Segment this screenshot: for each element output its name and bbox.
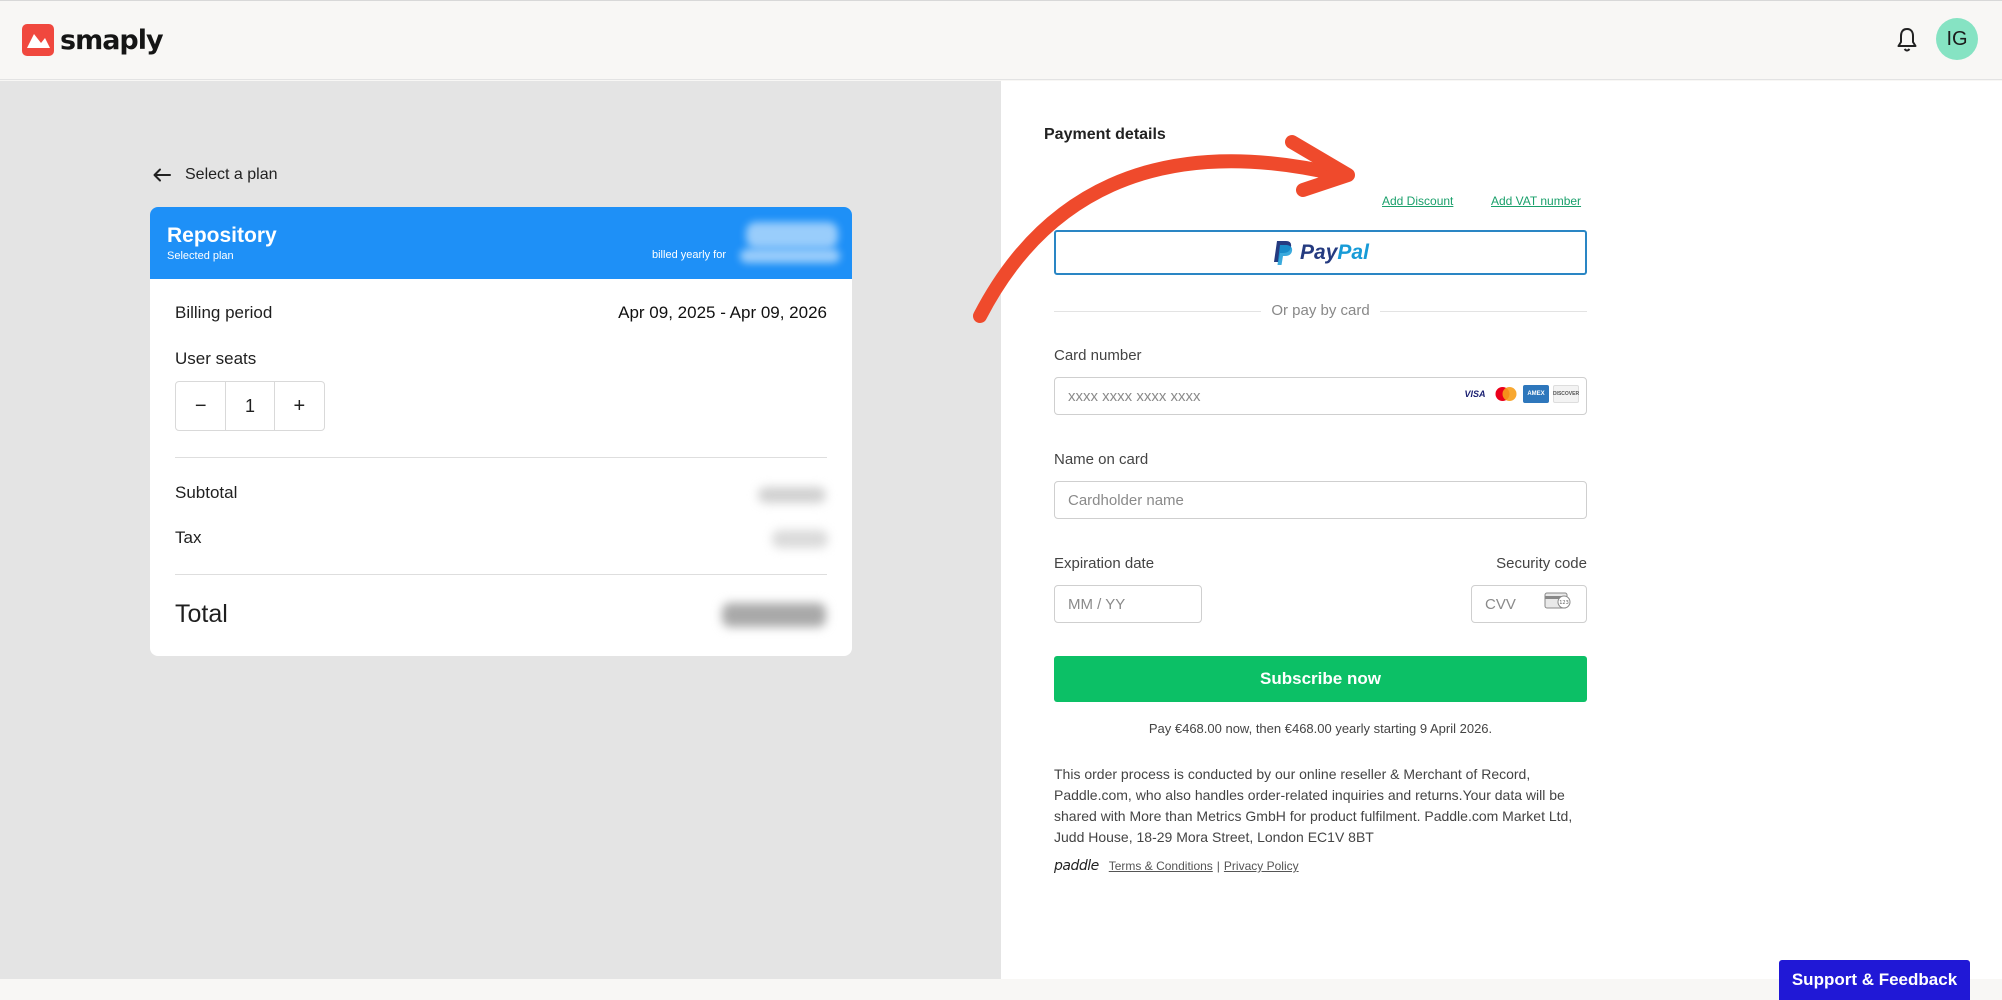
- cvv-card-icon: 123: [1544, 592, 1571, 609]
- decrement-seats-button[interactable]: −: [176, 382, 225, 430]
- arrow-left-icon: [153, 168, 171, 182]
- paddle-logo: paddle: [1054, 858, 1099, 874]
- discover-icon: DISCOVER: [1553, 385, 1579, 403]
- plan-billed-label: billed yearly for: [652, 249, 726, 261]
- billing-period-row: Billing period Apr 09, 2025 - Apr 09, 20…: [175, 303, 827, 323]
- payment-details-title: Payment details: [1044, 126, 1166, 143]
- plan-name: Repository: [167, 224, 277, 247]
- brand-logo[interactable]: smaply: [22, 23, 164, 57]
- payment-schedule-note: Pay €468.00 now, then €468.00 yearly sta…: [1148, 721, 1493, 736]
- back-to-plans-link[interactable]: Select a plan: [153, 166, 278, 184]
- subtotal-row: Subtotal: [175, 483, 827, 503]
- tax-label: Tax: [175, 528, 202, 547]
- mastercard-icon: [1495, 387, 1517, 401]
- user-avatar[interactable]: IG: [1936, 18, 1978, 60]
- brand-name: smaply: [60, 24, 164, 56]
- or-pay-by-card-label: Or pay by card: [1261, 302, 1380, 319]
- name-on-card-label: Name on card: [1054, 451, 1149, 468]
- cardholder-name-input[interactable]: [1054, 481, 1587, 519]
- svg-text:123: 123: [1559, 600, 1569, 606]
- security-code-label: Security code: [1496, 555, 1587, 572]
- add-discount-link[interactable]: Add Discount: [1382, 194, 1453, 208]
- plan-summary-pane: Select a plan Repository Selected plan b…: [0, 81, 1001, 979]
- paypal-wordmark-pal: Pal: [1337, 240, 1369, 264]
- terms-link[interactable]: Terms & Conditions: [1109, 859, 1213, 873]
- paypal-wordmark: PayPal: [1300, 241, 1369, 265]
- privacy-policy-link[interactable]: Privacy Policy: [1224, 859, 1299, 873]
- amex-icon: AMEX: [1523, 385, 1549, 403]
- blurred-subtotal: [758, 487, 826, 503]
- paypal-icon: [1274, 240, 1293, 265]
- tax-row: Tax: [175, 528, 827, 548]
- bell-icon[interactable]: [1894, 25, 1920, 55]
- blurred-total: [722, 603, 826, 627]
- smaply-logo-icon: [22, 24, 54, 56]
- footer-separator: |: [1216, 859, 1220, 873]
- billing-period-value: Apr 09, 2025 - Apr 09, 2026: [618, 303, 827, 322]
- paypal-button[interactable]: PayPal: [1054, 230, 1587, 275]
- increment-seats-button[interactable]: +: [275, 382, 324, 430]
- bottom-strip: [0, 979, 2002, 1000]
- blurred-tax: [772, 530, 828, 548]
- paddle-footer: paddle Terms & Conditions | Privacy Poli…: [1054, 858, 1299, 874]
- card-number-label: Card number: [1054, 347, 1142, 364]
- expiration-date-input[interactable]: [1054, 585, 1202, 623]
- blurred-billed-amount: [740, 249, 840, 263]
- add-vat-link[interactable]: Add VAT number: [1491, 194, 1581, 208]
- payment-pane: Payment details Add Discount Add VAT num…: [1001, 81, 2002, 979]
- or-pay-by-card: Or pay by card: [1054, 302, 1587, 319]
- plan-selected-label: Selected plan: [167, 250, 234, 262]
- total-label: Total: [175, 600, 228, 628]
- blurred-price: [746, 222, 838, 248]
- plan-card-header: Repository Selected plan billed yearly f…: [150, 207, 852, 279]
- seats-stepper: − 1 +: [175, 381, 325, 431]
- paypal-wordmark-pay: Pay: [1300, 240, 1338, 264]
- visa-icon: VISA: [1464, 389, 1486, 399]
- subscribe-now-button[interactable]: Subscribe now: [1054, 656, 1587, 702]
- top-bar: smaply IG: [0, 0, 2002, 80]
- seats-value[interactable]: 1: [225, 382, 275, 430]
- support-feedback-button[interactable]: Support & Feedback: [1779, 960, 1970, 1000]
- card-brand-icons: VISA AMEX DISCOVER: [1461, 385, 1579, 403]
- user-seats-label: User seats: [175, 349, 257, 368]
- divider: [175, 574, 827, 575]
- back-link-label: Select a plan: [185, 166, 278, 183]
- subtotal-label: Subtotal: [175, 483, 238, 502]
- expiration-date-label: Expiration date: [1054, 555, 1155, 572]
- billing-period-label: Billing period: [175, 303, 273, 322]
- plan-card: Repository Selected plan billed yearly f…: [150, 207, 852, 656]
- merchant-legal-text: This order process is conducted by our o…: [1054, 766, 1573, 845]
- divider: [175, 457, 827, 458]
